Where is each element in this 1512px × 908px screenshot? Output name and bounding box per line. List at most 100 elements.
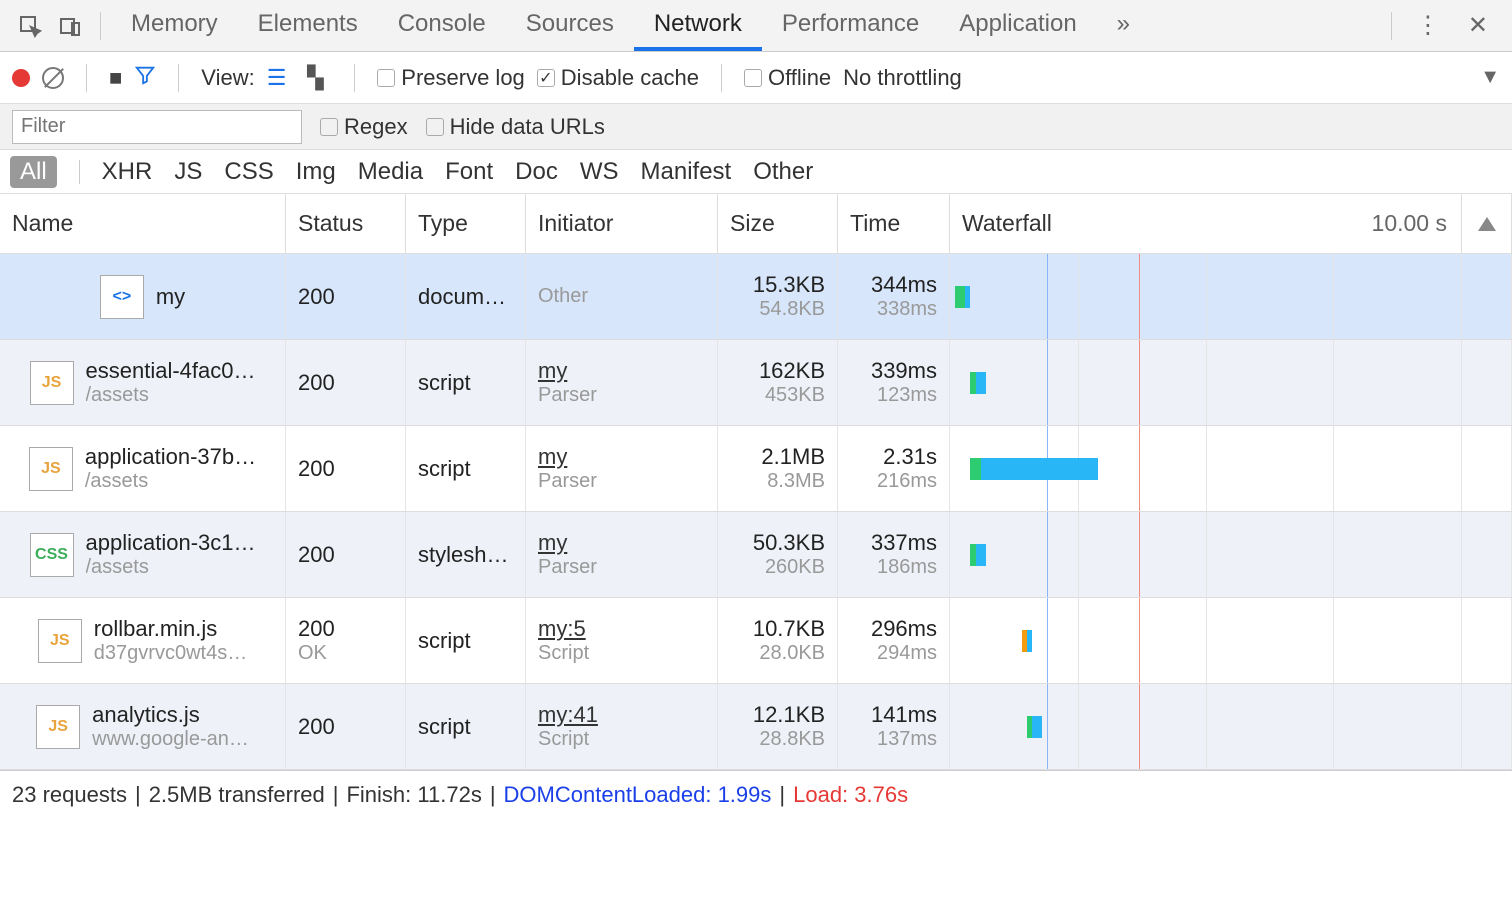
throttling-select[interactable]: No throttling [843,65,962,91]
separator [354,64,355,92]
network-toolbar: ■ View: ☰ ▝▖ Preserve log ✓Disable cache… [0,52,1512,104]
size-transferred: 2.1MB [761,444,825,470]
initiator-link[interactable]: my [538,444,705,470]
tab-elements[interactable]: Elements [238,0,378,51]
js-file-icon: JS [36,705,80,749]
tab-application[interactable]: Application [939,0,1096,51]
separator [86,64,87,92]
request-type: docum… [418,284,513,310]
initiator-link[interactable]: my:41 [538,702,705,728]
col-time[interactable]: Time [838,194,950,253]
time-total: 339ms [871,358,937,384]
col-waterfall[interactable]: Waterfall 10.00 s [950,194,1462,253]
category-font[interactable]: Font [445,158,493,186]
initiator-link: Other [538,285,705,308]
col-status[interactable]: Status [286,194,406,253]
offline-toggle[interactable]: Offline [744,65,831,91]
table-row[interactable]: JSapplication-37b…/assets200scriptmyPars… [0,426,1512,512]
category-img[interactable]: Img [296,158,336,186]
large-rows-icon[interactable]: ☰ [267,65,287,91]
initiator-link[interactable]: my [538,358,705,384]
preserve-log-label: Preserve log [401,65,525,91]
initiator-type: Parser [538,470,705,493]
category-xhr[interactable]: XHR [102,158,153,186]
size-transferred: 15.3KB [753,272,825,298]
category-ws[interactable]: WS [580,158,619,186]
waterfall-cell [950,254,1462,339]
size-resource: 260KB [765,556,825,579]
time-latency: 216ms [877,470,937,493]
domcontentloaded-time: DOMContentLoaded: 1.99s [504,782,772,808]
sort-indicator[interactable] [1462,194,1512,253]
separator [721,64,722,92]
category-all[interactable]: All [10,156,57,188]
col-initiator[interactable]: Initiator [526,194,718,253]
view-label: View: [201,65,254,91]
size-resource: 8.3MB [767,470,825,493]
table-row[interactable]: <>my200docum…Other15.3KB54.8KB344ms338ms [0,254,1512,340]
table-row[interactable]: JSanalytics.jswww.google-an…200scriptmy:… [0,684,1512,770]
regex-toggle[interactable]: Regex [320,114,408,140]
size-transferred: 10.7KB [753,616,825,642]
category-other[interactable]: Other [753,158,813,186]
request-path: www.google-an… [92,728,249,751]
network-table-body[interactable]: <>my200docum…Other15.3KB54.8KB344ms338ms… [0,254,1512,770]
status-code: 200 [298,284,393,310]
request-type: script [418,714,513,740]
filter-icon[interactable] [134,64,156,92]
request-path: d37gvrvc0wt4s… [94,642,247,665]
tab-network[interactable]: Network [634,0,762,51]
initiator-link[interactable]: my [538,530,705,556]
waterfall-cell [950,426,1462,511]
hide-data-urls-toggle[interactable]: Hide data URLs [426,114,605,140]
tab-memory[interactable]: Memory [111,0,238,51]
initiator-link[interactable]: my:5 [538,616,705,642]
row-gutter [1462,512,1512,597]
filter-input[interactable] [12,110,302,144]
waterfall-cell [950,340,1462,425]
more-tabs-icon[interactable]: » [1097,0,1150,51]
request-name: application-37b… [85,444,256,470]
category-js[interactable]: JS [174,158,202,186]
request-path: /assets [85,470,256,493]
waterfall-cell [950,684,1462,769]
clear-button[interactable] [42,67,64,89]
status-code: 200 [298,616,393,642]
time-latency: 123ms [877,384,937,407]
category-doc[interactable]: Doc [515,158,558,186]
record-button[interactable] [12,69,30,87]
inspect-icon[interactable] [10,14,50,38]
disable-cache-toggle[interactable]: ✓Disable cache [537,65,699,91]
size-transferred: 12.1KB [753,702,825,728]
close-icon[interactable]: ✕ [1454,11,1502,40]
category-css[interactable]: CSS [224,158,273,186]
table-row[interactable]: CSSapplication-3c1…/assets200stylesh…myP… [0,512,1512,598]
row-gutter [1462,684,1512,769]
request-name: application-3c1… [86,530,256,556]
col-type[interactable]: Type [406,194,526,253]
row-gutter [1462,598,1512,683]
screenshot-icon[interactable]: ■ [109,65,122,91]
time-total: 344ms [871,272,937,298]
time-total: 141ms [871,702,937,728]
throttling-dropdown-icon[interactable]: ▼ [1480,66,1500,89]
preserve-log-toggle[interactable]: Preserve log [377,65,525,91]
overview-icon[interactable]: ▝▖ [298,65,332,91]
category-media[interactable]: Media [358,158,423,186]
request-type: script [418,456,513,482]
col-name[interactable]: Name [0,194,286,253]
tab-sources[interactable]: Sources [506,0,634,51]
status-code: 200 [298,542,393,568]
size-resource: 453KB [765,384,825,407]
kebab-menu-icon[interactable]: ⋮ [1402,11,1454,40]
initiator-type: Parser [538,384,705,407]
tab-performance[interactable]: Performance [762,0,939,51]
requests-count: 23 requests [12,782,127,808]
col-size[interactable]: Size [718,194,838,253]
load-time: Load: 3.76s [793,782,908,808]
device-toggle-icon[interactable] [50,14,90,38]
tab-console[interactable]: Console [378,0,506,51]
category-manifest[interactable]: Manifest [641,158,732,186]
table-row[interactable]: JSrollbar.min.jsd37gvrvc0wt4s…200OKscrip… [0,598,1512,684]
table-row[interactable]: JSessential-4fac0…/assets200scriptmyPars… [0,340,1512,426]
